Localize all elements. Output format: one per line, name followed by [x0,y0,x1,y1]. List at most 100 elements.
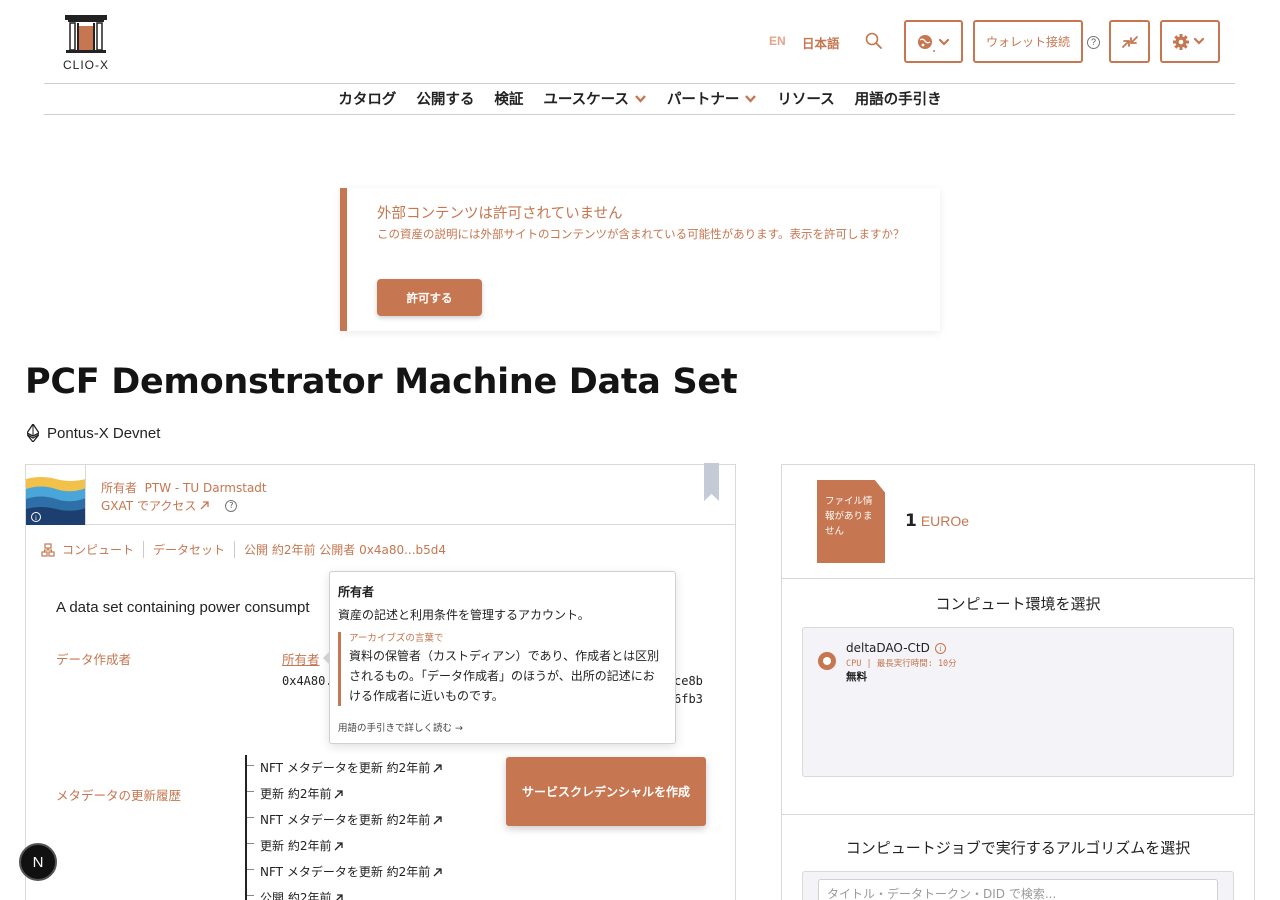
info-icon[interactable]: i [934,642,946,654]
nav-usecases-label: ユースケース [543,91,629,108]
nextjs-badge[interactable]: N [19,843,57,881]
network-select-button[interactable] [904,20,963,63]
history-item[interactable]: 公開 約2年前 [247,885,442,900]
external-content-alert: 外部コンテンツは許可されていません この資産の説明には外部サイトのコンテンツが含… [340,188,940,331]
address-fragment: ce8b [674,674,703,688]
access-link[interactable]: GXAT でアクセス ? [101,497,238,514]
compute-panel: ファイル情報がありません 1 EUROe コンピュート環境を選択 deltaDA… [781,464,1255,900]
lang-ja-link[interactable]: 日本語 [802,33,840,52]
nav-glossary[interactable]: 用語の手引き [855,86,942,110]
tooltip-quote-text: 資料の保管者（カストディアン）であり、作成者とは区別されるもの。「データ作成者」… [349,649,660,703]
history-text: NFT メタデータを更新 約2年前 [260,865,431,879]
external-link-icon [334,789,344,798]
algorithm-select-title: コンピュートジョブで実行するアルゴリズムを選択 [845,839,1191,857]
temple-logo-icon [65,15,107,53]
env-price: 無料 [846,671,867,683]
nav-partners[interactable]: パートナー [667,86,758,110]
network-name: Pontus-X Devnet [47,424,161,442]
algorithm-box [802,871,1234,900]
history-item[interactable]: 更新 約2年前 [247,833,442,859]
meta-compute: コンピュート [62,543,135,557]
history-item[interactable]: NFT メタデータを更新 約2年前 [247,807,442,833]
history-item[interactable]: 更新 約2年前 [247,781,442,807]
allow-button[interactable]: 許可する [377,279,482,316]
env-name: deltaDAO-CtD i [846,641,946,655]
external-link-icon [433,815,442,824]
env-spec: CPU | 最長実行時間: 10分 [846,659,957,669]
create-service-credential-button[interactable]: サービスクレデンシャルを作成 [506,757,706,826]
price-currency: EUROe [920,513,970,529]
meta-dataset: データセット [153,543,226,557]
history-text: 更新 約2年前 [260,787,332,801]
access-help-icon[interactable]: ? [225,499,238,512]
main-nav: カタログ 公開する 検証 ユースケース パートナー リソース 用語の手引き [0,86,1280,110]
price: 1 EUROe [905,511,969,531]
price-value: 1 [905,511,917,531]
help-icon[interactable]: ? [1087,36,1100,49]
clio-x-logo[interactable]: CLIO-X [60,14,112,72]
owner-term-tooltip: 所有者 資産の記述と利用条件を管理するアカウント。 アーカイブズの言葉で 資料の… [323,571,676,744]
env-name-text: deltaDAO-CtD [846,641,930,655]
logo-text: CLIO-X [62,58,109,72]
header-divider [44,83,1235,84]
wallet-connect-button[interactable]: ウォレット接続 [973,20,1083,63]
tooltip-arrow [323,651,330,665]
address-fragment: 6fb3 [674,692,703,706]
history-text: NFT メタデータを更新 約2年前 [260,813,431,827]
asset-meta-row: コンピュート データセット 公開 約2年前 公開者 0x4a80...b5d4 [41,541,446,558]
panel-divider [782,814,1254,815]
search-icon[interactable] [864,31,884,51]
owner-prefix: 所有者 [101,481,138,495]
asset-logo: i [26,465,86,525]
env-radio[interactable] [818,652,836,670]
compress-icon[interactable] [1109,20,1150,63]
gear-icon [1173,33,1205,50]
history-item[interactable]: NFT メタデータを更新 約2年前 [247,755,442,781]
external-link-icon [200,501,209,510]
file-info-text: ファイル情報がありません [825,496,873,537]
file-info-tile: ファイル情報がありません [817,480,885,563]
owner-term-link[interactable]: 所有者 [282,649,320,668]
nav-verify[interactable]: 検証 [494,86,523,110]
nav-catalog[interactable]: カタログ [338,86,396,110]
history-text: NFT メタデータを更新 約2年前 [260,761,431,775]
external-link-icon [433,763,442,772]
data-creator-label: データ作成者 [56,652,132,667]
svg-text:i: i [35,514,37,522]
external-link-icon [334,841,344,850]
tooltip-quote-label: アーカイブズの言葉で [349,633,444,644]
owner-name[interactable]: PTW - TU Darmstadt [145,481,267,495]
alert-title: 外部コンテンツは許可されていません [377,206,623,222]
bookmark-icon[interactable] [704,463,719,501]
compute-env-title: コンピュート環境を選択 [935,595,1101,613]
settings-button[interactable] [1160,20,1220,63]
panel-divider [782,578,1254,579]
meta-published[interactable]: 公開 約2年前 公開者 0x4a80...b5d4 [244,541,446,558]
lang-en-link[interactable]: EN [769,34,786,48]
owner-bar: i 所有者 PTW - TU Darmstadt GXAT でアクセス ? [26,463,735,525]
nav-usecases[interactable]: ユースケース [543,86,647,110]
history-item[interactable]: NFT メタデータを更新 約2年前 [247,859,442,885]
metadata-history-label: メタデータの更新履歴 [56,788,182,803]
compute-env-list: deltaDAO-CtD i CPU | 最長実行時間: 10分 無料 [802,627,1234,777]
network-label: Pontus-X Devnet [27,424,160,442]
history-text: 公開 約2年前 [260,891,332,900]
tooltip-title: 所有者 [338,585,375,599]
owner-line: 所有者 PTW - TU Darmstadt [101,479,267,496]
nav-publish[interactable]: 公開する [416,86,474,110]
chevron-down-icon [634,94,646,103]
meta-separator [143,541,145,558]
external-link-icon [433,867,442,876]
metadata-history-list: NFT メタデータを更新 約2年前 更新 約2年前 NFT メタデータを更新 約… [245,755,442,900]
nav-resources[interactable]: リソース [777,86,834,110]
external-link-icon [336,893,344,900]
algorithm-search-input[interactable] [818,879,1218,900]
tooltip-definition: 資産の記述と利用条件を管理するアカウント。 [338,608,590,622]
history-text: 更新 約2年前 [260,839,332,853]
glossary-more-link[interactable]: 用語の手引きで詳しく読む → [338,720,463,734]
meta-separator [234,541,236,558]
chevron-down-icon [745,94,757,103]
access-label: GXAT でアクセス [101,499,197,513]
owner-address[interactable]: 0x4A80. [282,674,333,688]
nav-divider [44,114,1235,115]
